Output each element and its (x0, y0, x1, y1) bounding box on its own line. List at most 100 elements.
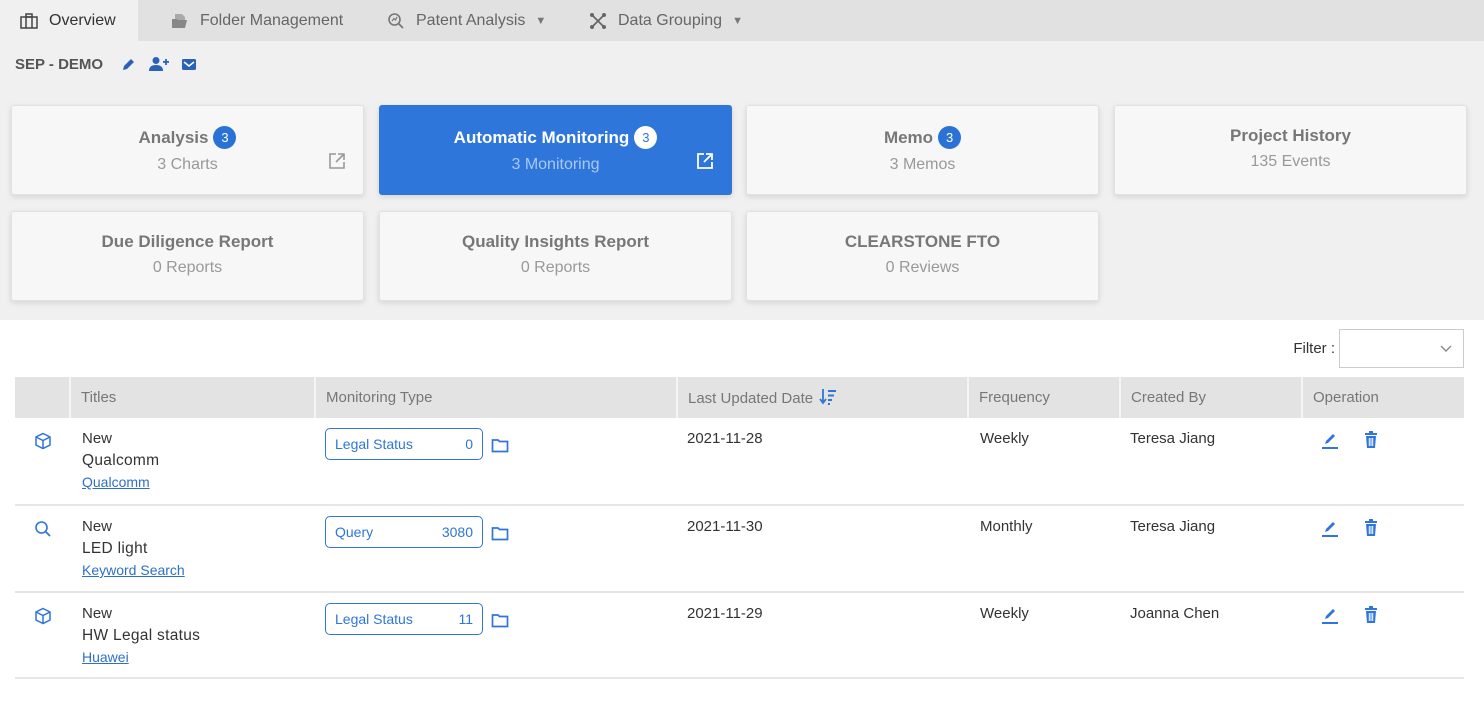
external-link-icon[interactable] (696, 152, 714, 170)
row-created-by: Teresa Jiang (1120, 418, 1302, 506)
edit-button[interactable] (1320, 430, 1340, 450)
delete-button[interactable] (1361, 430, 1381, 450)
card-subtitle: 0 Reports (520, 259, 591, 276)
row-last-updated-date: 2021-11-29 (677, 592, 968, 679)
count-badge: 3 (213, 126, 237, 149)
monitoring-type-button[interactable]: Query 3080 (325, 516, 483, 548)
count-badge: 3 (634, 126, 658, 149)
caret-down-icon: ▼ (732, 14, 743, 27)
monitoring-type-label: Legal Status (335, 611, 413, 627)
card-subtitle: 3 Charts (157, 156, 218, 173)
delete-button[interactable] (1361, 518, 1381, 538)
tab-overview[interactable]: Overview (0, 0, 138, 41)
row-frequency: Weekly (968, 418, 1120, 506)
row-title: Qualcomm (82, 452, 160, 469)
sort-descending-icon[interactable] (819, 388, 837, 405)
col-header-last-updated-date[interactable]: Last Updated Date (676, 377, 968, 418)
card-title: Automatic Monitoring (453, 127, 630, 147)
tab-patent-analysis[interactable]: Patent Analysis ▼ (368, 0, 588, 41)
card-subtitle: 135 Events (1250, 153, 1331, 170)
row-frequency: Weekly (968, 592, 1120, 679)
card-subtitle: 0 Reports (152, 259, 223, 276)
row-last-updated-date: 2021-11-28 (677, 418, 968, 506)
col-header-titles[interactable]: Titles (69, 377, 315, 418)
row-status: New (82, 430, 113, 447)
briefcase-icon (19, 11, 39, 31)
tab-label: Folder Management (200, 11, 344, 29)
row-status: New (82, 518, 113, 535)
add-user-button[interactable] (149, 54, 170, 74)
table-row: New Qualcomm Qualcomm Legal Status 0 2021… (15, 418, 1464, 506)
cube-icon (15, 605, 70, 625)
monitoring-count: 11 (458, 611, 473, 627)
col-header-monitoring-type[interactable]: Monitoring Type (314, 377, 677, 418)
filter-label: Filter : (1293, 340, 1335, 357)
row-source-link[interactable]: Huawei (82, 649, 129, 665)
card-title: Analysis (138, 127, 209, 147)
col-header-label: Last Updated Date (688, 390, 814, 407)
edit-project-button[interactable] (119, 54, 139, 74)
edit-icon (1322, 522, 1338, 537)
folder-document-icon (170, 11, 190, 31)
col-header-operation: Operation (1301, 377, 1464, 418)
col-header-created-by[interactable]: Created By (1119, 377, 1302, 418)
monitoring-table: Titles Monitoring Type Last Updated Date… (15, 377, 1464, 679)
monitoring-count: 3080 (441, 524, 473, 540)
row-last-updated-date: 2021-11-30 (677, 505, 968, 593)
row-created-by: Teresa Jiang (1120, 505, 1302, 593)
edit-button[interactable] (1320, 518, 1340, 538)
folder-icon[interactable] (491, 526, 509, 541)
card-subtitle: 0 Reviews (885, 259, 960, 276)
row-status: New (82, 605, 113, 622)
summary-cards: Analysis 3 3 Charts Automatic Monitoring 3… (0, 87, 1484, 320)
tab-label: Data Grouping (618, 11, 723, 29)
card-subtitle: 3 Monitoring (511, 156, 600, 173)
card-project-history[interactable]: Project History 135 Events (1114, 105, 1467, 195)
card-title: Due Diligence Report (101, 232, 274, 251)
card-automatic-monitoring[interactable]: Automatic Monitoring 3 3 Monitoring (379, 105, 732, 195)
trash-icon (1365, 606, 1378, 623)
monitoring-type-button[interactable]: Legal Status 11 (325, 603, 483, 635)
card-memo[interactable]: Memo 3 3 Memos (746, 105, 1099, 195)
card-title: Project History (1230, 126, 1351, 145)
folder-icon[interactable] (491, 613, 509, 628)
project-name: SEP - DEMO (15, 55, 104, 73)
col-header-frequency[interactable]: Frequency (967, 377, 1120, 418)
tab-data-grouping[interactable]: Data Grouping ▼ (588, 0, 762, 41)
monitoring-type-label: Legal Status (335, 436, 413, 452)
delete-button[interactable] (1361, 605, 1381, 625)
count-badge: 3 (938, 126, 962, 149)
row-source-link[interactable]: Keyword Search (82, 562, 185, 578)
card-analysis[interactable]: Analysis 3 3 Charts (11, 105, 364, 195)
edit-icon (123, 59, 135, 70)
card-title: CLEARSTONE FTO (844, 232, 1001, 251)
row-title: LED light (82, 540, 148, 557)
row-source-link[interactable]: Qualcomm (82, 474, 150, 490)
row-created-by: Joanna Chen (1120, 592, 1302, 679)
filter-row: Filter : (0, 320, 1484, 377)
row-title: HW Legal status (82, 627, 201, 644)
caret-down-icon: ▼ (535, 14, 547, 27)
tab-folder-management[interactable]: Folder Management (138, 0, 368, 41)
monitoring-table-wrapper: Titles Monitoring Type Last Updated Date… (0, 377, 1484, 679)
card-clearstone-fto[interactable]: CLEARSTONE FTO 0 Reviews (746, 211, 1099, 301)
monitoring-type-button[interactable]: Legal Status 0 (325, 428, 483, 460)
table-header-row: Titles Monitoring Type Last Updated Date… (15, 377, 1464, 418)
search-chart-icon (386, 11, 406, 31)
project-bar: SEP - DEMO (0, 41, 1484, 87)
card-due-diligence-report[interactable]: Due Diligence Report 0 Reports (11, 211, 364, 301)
network-nodes-icon (588, 11, 608, 31)
mail-button[interactable] (179, 54, 199, 74)
card-subtitle: 3 Memos (889, 156, 956, 173)
filter-select[interactable] (1339, 329, 1464, 368)
chevron-down-icon (1440, 345, 1452, 352)
edit-button[interactable] (1320, 605, 1340, 625)
card-quality-insights-report[interactable]: Quality Insights Report 0 Reports (379, 211, 732, 301)
external-link-icon[interactable] (328, 152, 346, 170)
card-title: Memo (883, 127, 934, 147)
folder-icon[interactable] (491, 438, 509, 453)
tab-label: Overview (49, 11, 116, 29)
col-header-type (15, 377, 70, 418)
table-row: New LED light Keyword Search Query 3080 2… (15, 505, 1464, 593)
add-user-icon (149, 57, 170, 71)
